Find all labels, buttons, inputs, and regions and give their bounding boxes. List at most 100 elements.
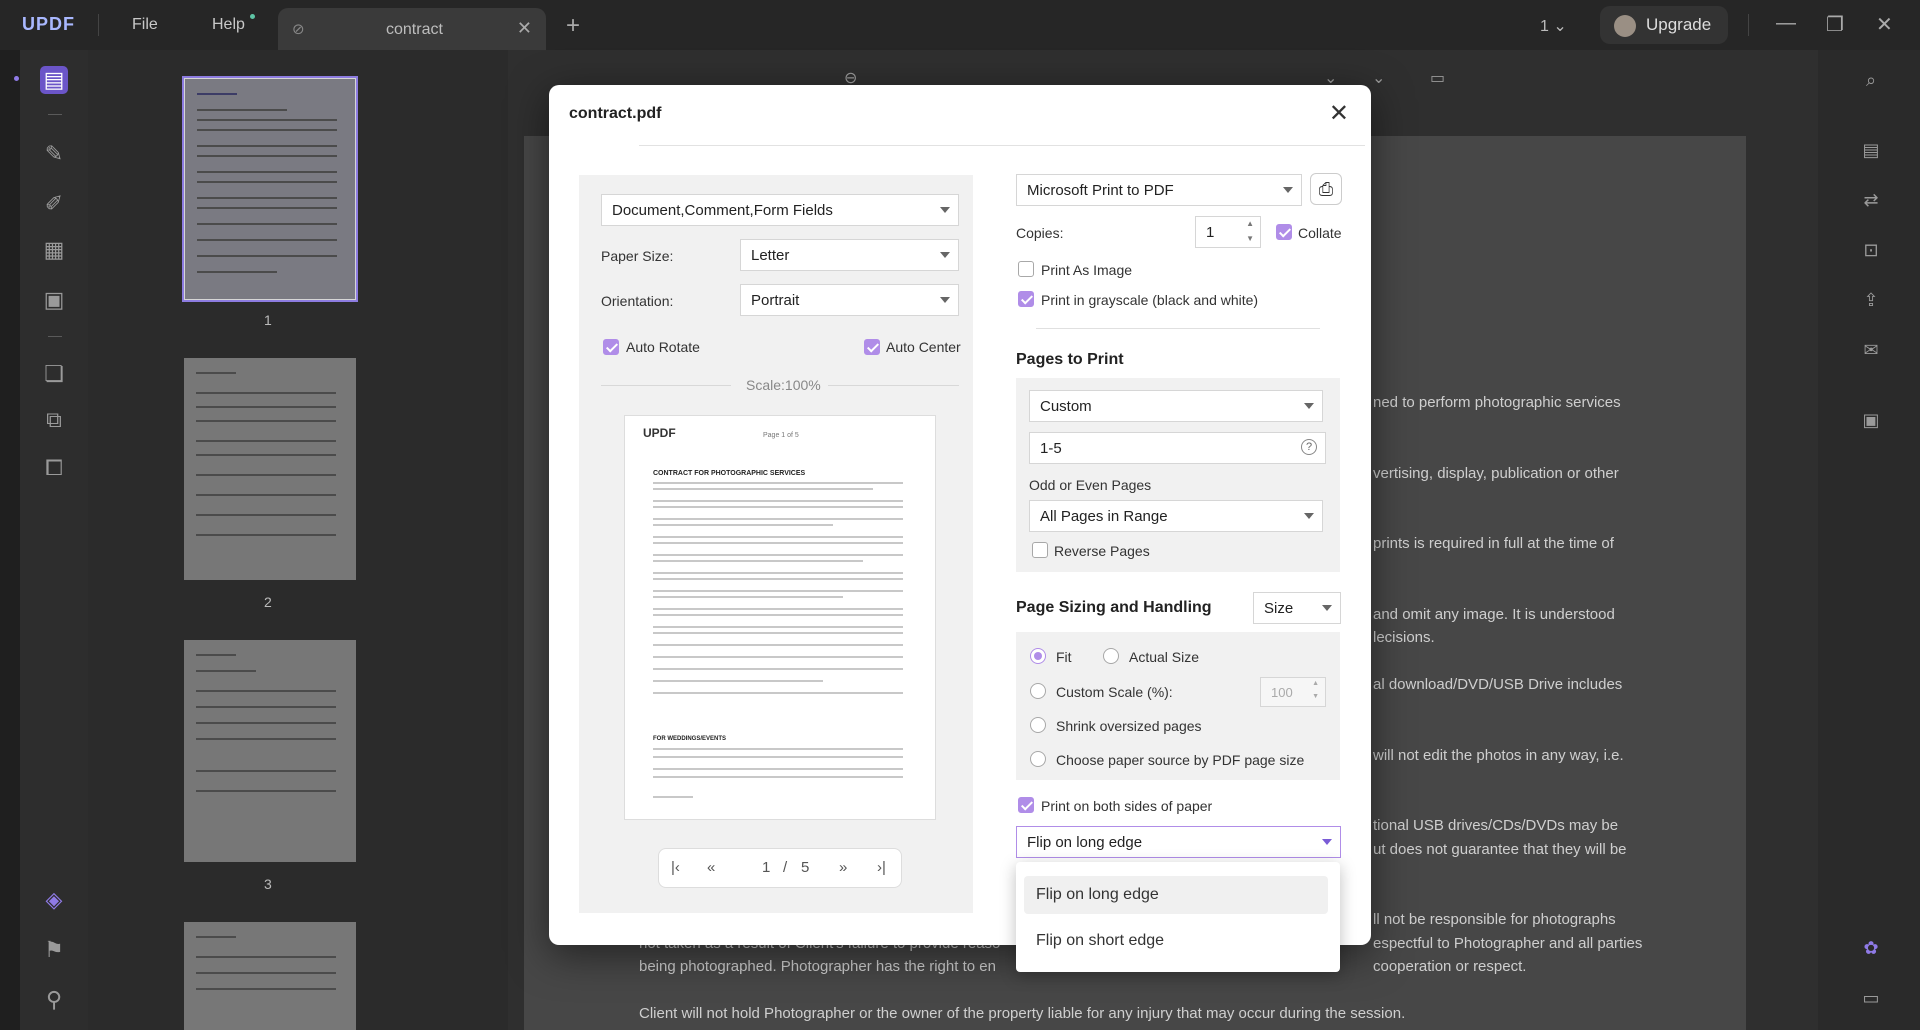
crop-icon[interactable]: ⧉ <box>40 406 68 434</box>
new-tab-button[interactable]: + <box>566 12 580 40</box>
layers-icon[interactable]: ◈ <box>40 886 68 914</box>
pager-separator: / <box>783 859 788 876</box>
search-icon[interactable]: ⌕ <box>1858 70 1884 96</box>
thumbnail-panel: 1 2 3 <box>88 50 508 1030</box>
print-as-image-label: Print As Image <box>1041 262 1133 278</box>
auto-center-checkbox[interactable] <box>864 339 880 355</box>
divider <box>1036 328 1320 329</box>
first-page-icon[interactable]: |‹ <box>671 859 680 876</box>
orientation-select[interactable]: Portrait <box>740 284 959 316</box>
doc-text: ned to perform photographic services <box>1373 394 1621 411</box>
thumbnail-page-3[interactable] <box>184 640 356 862</box>
grayscale-checkbox[interactable] <box>1018 291 1034 307</box>
upgrade-button[interactable]: Upgrade <box>1600 6 1728 44</box>
flip-option-long-edge[interactable]: Flip on long edge <box>1024 876 1328 914</box>
attachment-icon[interactable]: ⚲ <box>40 986 68 1014</box>
reader-mode-icon[interactable]: ▤ <box>40 66 68 94</box>
tab-contract[interactable]: ⊘ contract ✕ <box>278 8 546 50</box>
organize-pages-icon[interactable]: ❏ <box>40 360 68 388</box>
thumbnail-number: 3 <box>264 876 272 892</box>
custom-scale-input[interactable]: 100 ▲ ▼ <box>1260 677 1326 707</box>
auto-rotate-checkbox[interactable] <box>603 339 619 355</box>
edit-pdf-icon[interactable]: ✐ <box>40 190 68 218</box>
ocr-icon[interactable]: ▤ <box>1858 140 1884 166</box>
stepper-up-icon[interactable]: ▲ <box>1246 219 1254 228</box>
shrink-label: Shrink oversized pages <box>1056 718 1202 734</box>
duplex-label: Print on both sides of paper <box>1041 798 1213 814</box>
window-count[interactable]: 1 ⌄ <box>1540 16 1567 36</box>
page-bottom-icon[interactable]: ⌄ <box>1372 68 1385 88</box>
help-icon[interactable]: ? <box>1301 439 1317 455</box>
minimize-icon[interactable]: — <box>1776 12 1796 35</box>
preview-logo: UPDF <box>643 426 676 440</box>
paper-size-label: Paper Size: <box>601 248 674 264</box>
notification-dot <box>250 14 255 19</box>
page-layout-icon[interactable]: ▦ <box>40 236 68 264</box>
tab-close-icon[interactable]: ✕ <box>517 18 532 39</box>
doc-text: vertising, display, publication or other <box>1373 465 1619 482</box>
bookmark-icon[interactable]: ⚑ <box>40 936 68 964</box>
convert-icon[interactable]: ⇄ <box>1858 190 1884 216</box>
printer-select[interactable]: Microsoft Print to PDF <box>1016 174 1302 206</box>
actual-size-label: Actual Size <box>1129 649 1200 665</box>
collate-checkbox[interactable] <box>1276 224 1292 240</box>
left-toolbar: ▤ ✎ ✐ ▦ ▣ ❏ ⧉ ⧠ ◈ ⚑ ⚲ <box>20 50 88 1030</box>
actual-size-radio[interactable] <box>1103 648 1119 664</box>
email-icon[interactable]: ✉ <box>1858 340 1884 366</box>
flip-option-short-edge[interactable]: Flip on short edge <box>1024 922 1328 960</box>
share-icon[interactable]: ⇪ <box>1858 290 1884 316</box>
menu-file[interactable]: File <box>132 16 158 34</box>
preview-pager: |‹ « 1 / 5 » ›| <box>658 848 902 888</box>
protect-icon[interactable]: ⊡ <box>1858 240 1884 266</box>
right-toolbar: ⌕ ▤ ⇄ ⊡ ⇪ ✉ ▣ ✿ ▭ <box>1818 50 1920 1030</box>
page-preview: UPDF Page 1 of 5 CONTRACT FOR PHOTOGRAPH… <box>624 415 936 820</box>
prev-page-icon[interactable]: « <box>707 859 715 876</box>
last-page-icon[interactable]: ›| <box>877 859 886 876</box>
comment-icon[interactable]: ✎ <box>40 140 68 168</box>
stepper-up-icon[interactable]: ▲ <box>1312 680 1319 687</box>
printer-icon[interactable]: ⎙ <box>1310 173 1342 205</box>
copies-input[interactable]: 1 ▲ ▼ <box>1195 216 1261 248</box>
thumbnail-number: 1 <box>264 312 272 328</box>
close-icon[interactable]: ✕ <box>1329 99 1349 128</box>
next-page-icon[interactable]: » <box>839 859 847 876</box>
pages-to-print-heading: Pages to Print <box>1016 351 1124 368</box>
page-range-input[interactable]: 1-5 ? <box>1029 432 1326 464</box>
print-as-image-checkbox[interactable] <box>1018 261 1034 277</box>
paper-source-label: Choose paper source by PDF page size <box>1056 752 1305 768</box>
divider <box>601 385 731 386</box>
content-select[interactable]: Document,Comment,Form Fields <box>601 194 959 226</box>
doc-text: ut does not guarantee that they will be <box>1373 841 1627 858</box>
odd-even-select[interactable]: All Pages in Range <box>1029 500 1323 532</box>
divider <box>639 145 1365 146</box>
save-icon[interactable]: ▣ <box>1858 410 1884 436</box>
copies-label: Copies: <box>1016 225 1064 241</box>
duplex-checkbox[interactable] <box>1018 797 1034 813</box>
reverse-pages-checkbox[interactable] <box>1032 542 1048 558</box>
close-window-icon[interactable]: ✕ <box>1876 12 1893 37</box>
thumbnail-page-2[interactable] <box>184 358 356 580</box>
maximize-icon[interactable]: ❐ <box>1826 12 1844 37</box>
stepper-down-icon[interactable]: ▼ <box>1246 234 1254 243</box>
paper-size-select[interactable]: Letter <box>740 239 959 271</box>
presentation-icon[interactable]: ▭ <box>1430 68 1445 88</box>
menu-help[interactable]: Help <box>212 16 245 34</box>
divider <box>828 385 959 386</box>
sizing-mode-select[interactable]: Size <box>1253 592 1341 624</box>
stepper-down-icon[interactable]: ▼ <box>1312 693 1319 700</box>
current-page[interactable]: 1 <box>762 859 770 876</box>
chat-icon[interactable]: ▭ <box>1858 988 1884 1014</box>
paper-source-radio[interactable] <box>1030 751 1046 767</box>
tools-icon[interactable]: ⧠ <box>40 454 68 482</box>
custom-scale-radio[interactable] <box>1030 683 1046 699</box>
thumbnail-page-4[interactable] <box>184 922 356 1030</box>
shrink-radio[interactable] <box>1030 717 1046 733</box>
flip-select[interactable]: Flip on long edge <box>1016 826 1341 858</box>
page-range-mode-select[interactable]: Custom <box>1029 390 1323 422</box>
thumbnail-page-1[interactable] <box>182 76 358 302</box>
form-icon[interactable]: ▣ <box>40 286 68 314</box>
fit-radio[interactable] <box>1030 648 1046 664</box>
ai-assistant-icon[interactable]: ✿ <box>1858 938 1884 964</box>
auto-center-label: Auto Center <box>886 339 961 355</box>
divider <box>1748 14 1749 36</box>
